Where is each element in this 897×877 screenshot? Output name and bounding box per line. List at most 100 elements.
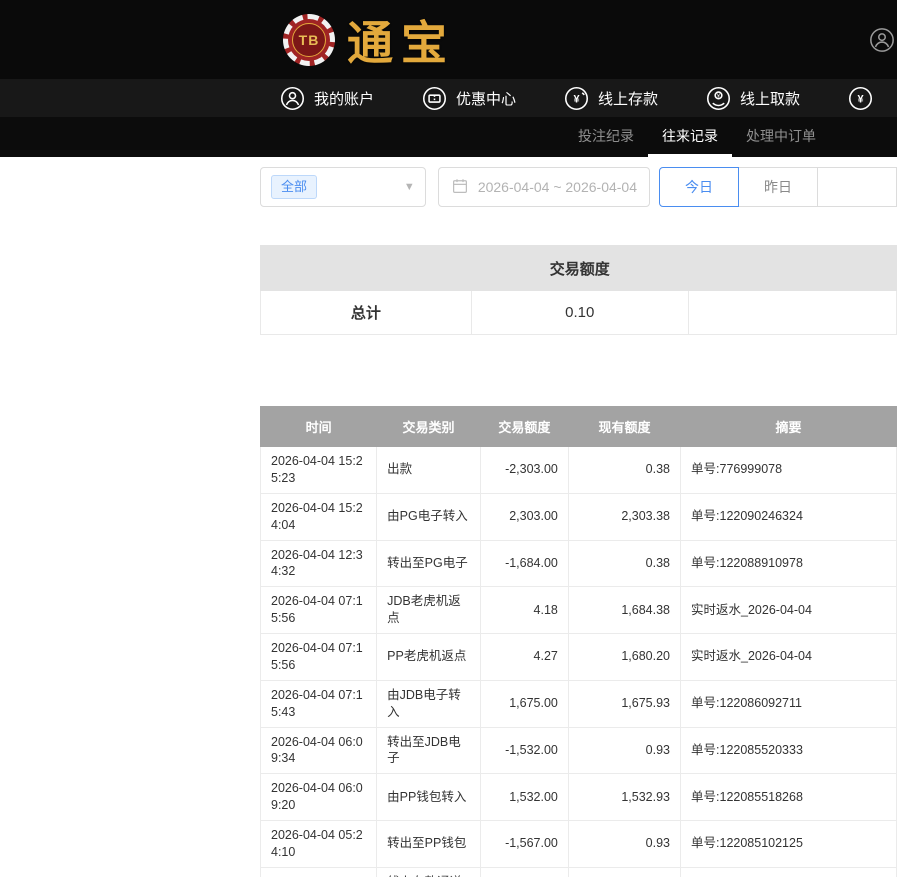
summary-total-row: 总计 0.10	[261, 291, 897, 335]
summary-total-label: 总计	[261, 291, 472, 335]
table-cell: 由JDB电子转入	[377, 680, 481, 727]
date-range-value: 2026-04-04 ~ 2026-04-04	[478, 179, 637, 195]
table-cell: 单号:122085102125	[681, 821, 897, 868]
table-cell: -1,684.00	[480, 540, 568, 587]
table-cell: 2026-04-04 15:25:23	[261, 447, 377, 494]
tab-betting-records[interactable]: 投注纪录	[564, 117, 648, 157]
col-time: 时间	[261, 407, 377, 447]
summary-header-cut	[688, 246, 896, 291]
table-cell: -2,303.00	[480, 447, 568, 494]
table-cell: 1,675.00	[480, 680, 568, 727]
table-cell: 2026-04-04 07:15:56	[261, 587, 377, 634]
selected-type-tag[interactable]: 全部	[271, 175, 317, 199]
yesterday-button[interactable]: 昨日	[738, 167, 818, 207]
table-cell: 2026-04-04 12:34:32	[261, 540, 377, 587]
table-cell: 0.93	[568, 727, 680, 774]
col-summary: 摘要	[681, 407, 897, 447]
table-row: 2026-04-04 07:15:43由JDB电子转入1,675.001,675…	[261, 680, 897, 727]
table-row: 2026-04-04 05:22:02线上存款通道优惠14.431,567.93…	[261, 867, 897, 877]
table-cell: 出款	[377, 447, 481, 494]
svg-text:¥: ¥	[573, 93, 580, 105]
quick-range-group: 今日 昨日	[659, 167, 897, 207]
table-cell: 线上存款通道优惠	[377, 867, 481, 877]
nav-item-withdraw[interactable]: ¥ 线上取款	[706, 86, 800, 111]
transactions-header-row: 时间 交易类别 交易额度 现有额度 摘要	[261, 407, 897, 447]
brand-logo[interactable]: TB 通宝	[283, 7, 455, 73]
table-cell: 14.43	[480, 867, 568, 877]
type-select[interactable]: 全部 ▼	[260, 167, 426, 207]
table-cell: 实时返水_2026-04-04	[681, 634, 897, 681]
col-type: 交易类别	[377, 407, 481, 447]
deposit-icon: ¥	[564, 86, 589, 111]
table-cell: -1,532.00	[480, 727, 568, 774]
transactions-table: 时间 交易类别 交易额度 现有额度 摘要 2026-04-04 15:25:23…	[260, 406, 897, 877]
table-row: 2026-04-04 06:09:20由PP钱包转入1,532.001,532.…	[261, 774, 897, 821]
table-cell: 2026-04-04 06:09:20	[261, 774, 377, 821]
nav-item-label: 优惠中心	[456, 88, 516, 109]
nav-item-label: 线上取款	[740, 88, 800, 109]
today-button[interactable]: 今日	[659, 167, 739, 207]
table-cell: 1,532.93	[568, 774, 680, 821]
table-cell: 单号:122086092711	[681, 680, 897, 727]
table-cell: 4.18	[480, 587, 568, 634]
table-cell: 2026-04-04 05:22:02	[261, 867, 377, 877]
table-cell: 2,303.38	[568, 493, 680, 540]
chip-badge: TB	[292, 23, 326, 57]
promo-icon	[422, 86, 447, 111]
table-cell: 单号:122085518268	[681, 774, 897, 821]
table-cell: 转出至PP钱包	[377, 821, 481, 868]
nav-item-promotions[interactable]: 优惠中心	[422, 86, 516, 111]
table-cell: 转出至PG电子	[377, 540, 481, 587]
table-cell: 由PG电子转入	[377, 493, 481, 540]
tab-processing-orders[interactable]: 处理中订单	[732, 117, 830, 157]
table-cell: 1,684.38	[568, 587, 680, 634]
table-cell: 单号:122085520333	[681, 727, 897, 774]
nav-item-label: 我的账户	[314, 88, 374, 109]
poker-chip-icon: TB	[283, 14, 335, 66]
main-nav: 我的账户 优惠中心 ¥ 线上存款 ¥	[0, 79, 897, 117]
table-cell: 2026-04-04 15:24:04	[261, 493, 377, 540]
user-avatar-icon[interactable]	[869, 27, 895, 53]
summary-total-value: 0.10	[471, 291, 688, 335]
summary-table: 交易额度 总计 0.10	[260, 245, 897, 335]
table-row: 2026-04-04 05:24:10转出至PP钱包-1,567.000.93单…	[261, 821, 897, 868]
table-cell: PP老虎机返点	[377, 634, 481, 681]
table-row: 2026-04-04 12:34:32转出至PG电子-1,684.000.38单…	[261, 540, 897, 587]
table-row: 2026-04-04 07:15:56PP老虎机返点4.271,680.20实时…	[261, 634, 897, 681]
table-cell: 1,567.93	[568, 867, 680, 877]
table-cell: 1,675.93	[568, 680, 680, 727]
table-cell: 单号:122088910978	[681, 540, 897, 587]
nav-item-my-account[interactable]: 我的账户	[280, 86, 374, 111]
transfer-icon: ¥	[848, 86, 873, 111]
table-cell: 单号:2026040444247791	[681, 867, 897, 877]
table-cell: -1,567.00	[480, 821, 568, 868]
table-cell: 1,532.00	[480, 774, 568, 821]
table-row: 2026-04-04 06:09:34转出至JDB电子-1,532.000.93…	[261, 727, 897, 774]
filter-bar: 全部 ▼ 2026-04-04 ~ 2026-04-04 今日 昨日	[260, 167, 897, 207]
table-cell: 4.27	[480, 634, 568, 681]
nav-item-deposit[interactable]: ¥ 线上存款	[564, 86, 658, 111]
nav-item-label: 线上存款	[598, 88, 658, 109]
user-icon	[280, 86, 305, 111]
table-row: 2026-04-04 15:24:04由PG电子转入2,303.002,303.…	[261, 493, 897, 540]
extra-range-button[interactable]	[817, 167, 897, 207]
transactions-tbody: 2026-04-04 15:25:23出款-2,303.000.38单号:776…	[261, 447, 897, 877]
col-amount: 交易额度	[480, 407, 568, 447]
table-cell: 单号:122090246324	[681, 493, 897, 540]
date-range-input[interactable]: 2026-04-04 ~ 2026-04-04	[438, 167, 650, 207]
brand-name: 通宝	[347, 7, 455, 73]
content-area: 全部 ▼ 2026-04-04 ~ 2026-04-04 今日 昨日	[260, 167, 897, 877]
calendar-icon	[451, 177, 469, 198]
table-cell: 由PP钱包转入	[377, 774, 481, 821]
summary-header-amount: 交易额度	[471, 246, 688, 291]
tab-transaction-records[interactable]: 往来记录	[648, 117, 732, 157]
nav-item-transfer[interactable]: ¥	[848, 86, 882, 111]
table-cell: 实时返水_2026-04-04	[681, 587, 897, 634]
table-cell: 2,303.00	[480, 493, 568, 540]
svg-text:¥: ¥	[858, 93, 865, 105]
table-cell: 单号:776999078	[681, 447, 897, 494]
table-cell: 2026-04-04 05:24:10	[261, 821, 377, 868]
summary-header-row: 交易额度	[261, 246, 897, 291]
table-row: 2026-04-04 15:25:23出款-2,303.000.38单号:776…	[261, 447, 897, 494]
col-balance: 现有额度	[568, 407, 680, 447]
